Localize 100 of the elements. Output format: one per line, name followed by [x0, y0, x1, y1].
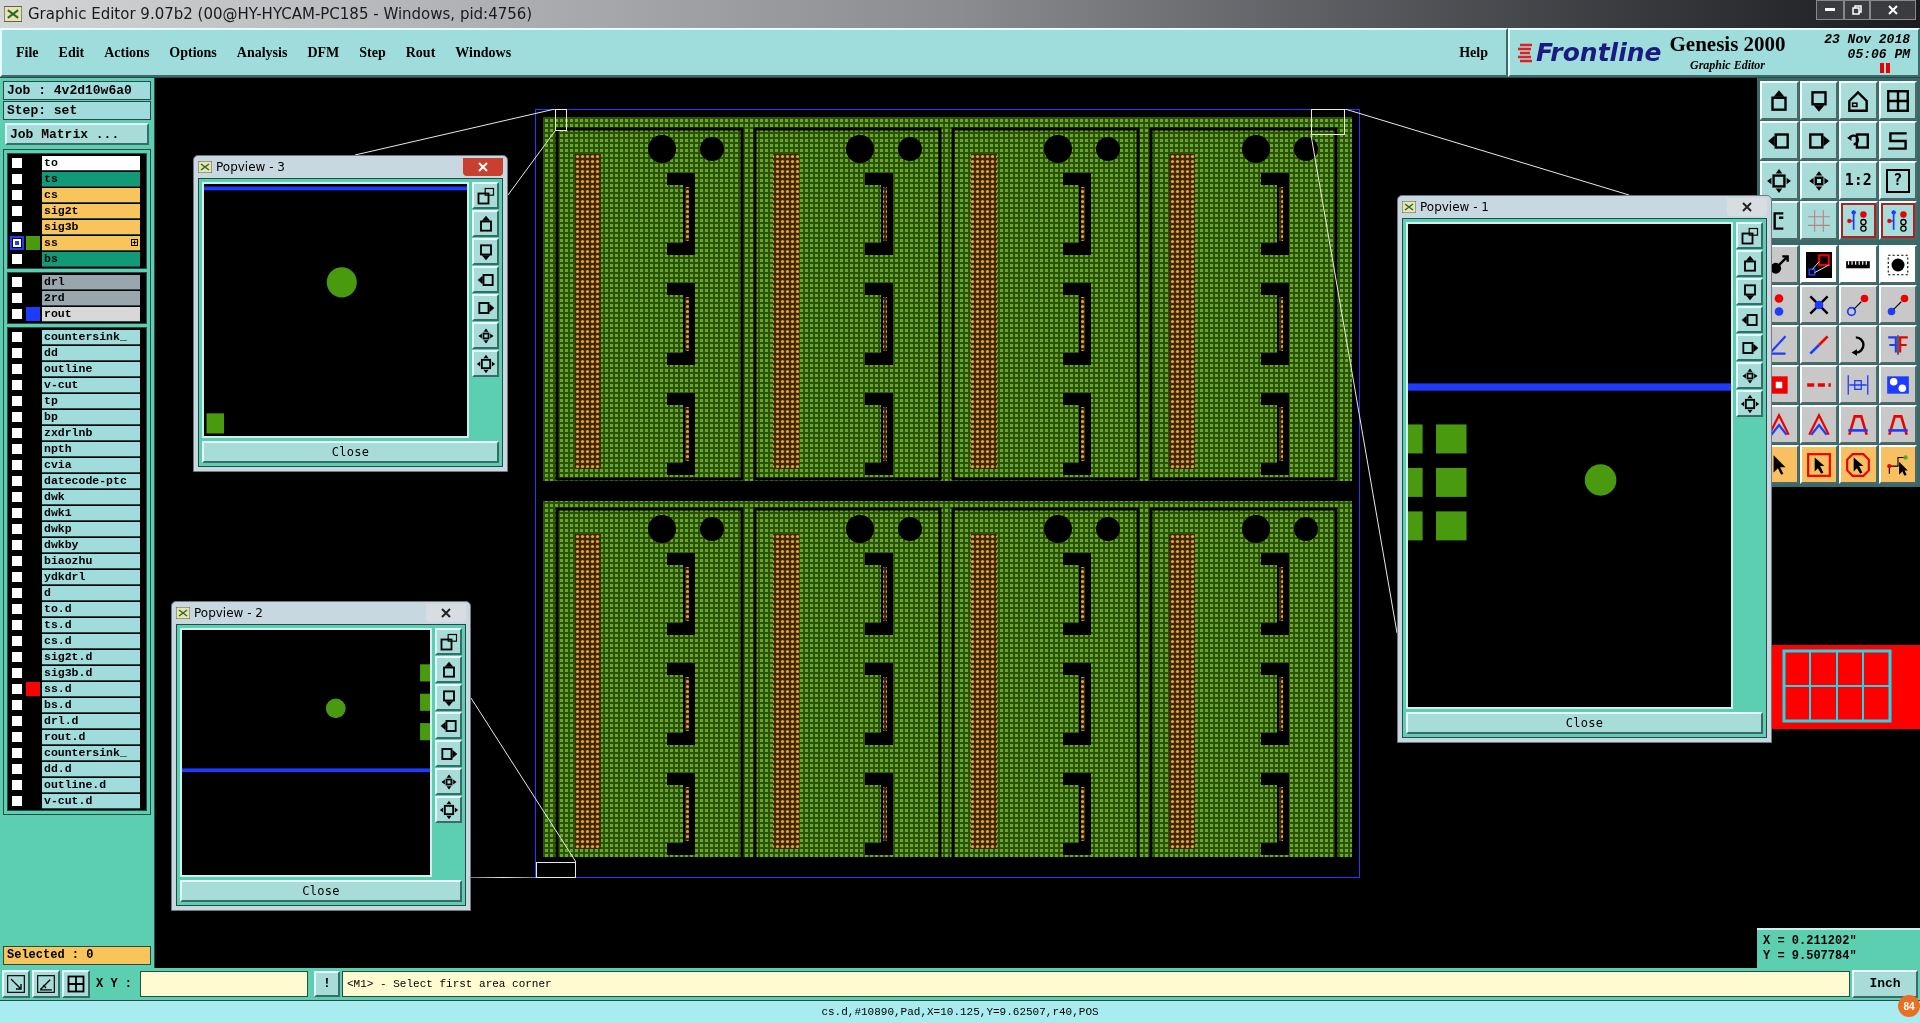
tool-button[interactable] — [1839, 201, 1878, 240]
tool-button[interactable] — [1839, 445, 1878, 484]
layer-name[interactable]: to — [42, 155, 140, 171]
layer-name[interactable]: drl — [42, 274, 140, 290]
close-button[interactable]: Close — [180, 880, 462, 902]
view-button[interactable] — [1736, 222, 1763, 249]
xy-input-field[interactable] — [140, 971, 308, 997]
layer-checkbox[interactable] — [10, 538, 24, 552]
menu-item[interactable]: Analysis — [236, 42, 288, 63]
layer-checkbox[interactable] — [10, 426, 24, 440]
layer-checkbox[interactable] — [10, 156, 24, 170]
layer-name[interactable]: npth — [42, 441, 140, 457]
tool-button[interactable] — [1878, 121, 1917, 160]
view-button[interactable] — [472, 238, 499, 265]
layer-name[interactable]: drl.d — [42, 713, 140, 729]
layer-name[interactable]: 2rd — [42, 290, 140, 306]
layer-name[interactable]: cs — [42, 187, 140, 203]
tool-button[interactable] — [1799, 245, 1838, 284]
tool-button[interactable] — [1878, 365, 1917, 404]
tool-button[interactable] — [1760, 121, 1799, 160]
layer-checkbox[interactable] — [10, 458, 24, 472]
layer-name[interactable]: bp — [42, 409, 140, 425]
view-button[interactable] — [1736, 390, 1763, 417]
layer-name[interactable]: ts — [42, 171, 140, 187]
view-button[interactable] — [1736, 334, 1763, 361]
layer-name[interactable]: dd — [42, 345, 140, 361]
tool-button[interactable]: ? — [1878, 161, 1917, 200]
view-button[interactable] — [1736, 362, 1763, 389]
layer-checkbox[interactable] — [10, 204, 24, 218]
view-button[interactable] — [472, 350, 499, 377]
view-button[interactable] — [1736, 250, 1763, 277]
layer-name[interactable]: sig2t.d — [42, 649, 140, 665]
layer-checkbox[interactable] — [10, 698, 24, 712]
layer-name[interactable]: datecode-ptc — [42, 473, 140, 489]
tool-button[interactable] — [1799, 325, 1838, 364]
view-button[interactable] — [472, 294, 499, 321]
view-button[interactable] — [435, 768, 462, 795]
tool-button[interactable] — [1839, 325, 1878, 364]
menu-item[interactable]: File — [16, 42, 39, 63]
tool-button[interactable] — [1878, 81, 1917, 120]
view-button[interactable] — [472, 182, 499, 209]
layer-checkbox[interactable] — [10, 554, 24, 568]
layer-name[interactable]: countersink_ — [42, 745, 140, 761]
tool-button[interactable] — [1839, 81, 1878, 120]
layer-name[interactable]: v-cut.d — [42, 793, 140, 809]
layer-name[interactable]: zxdrlnb — [42, 425, 140, 441]
layer-checkbox[interactable] — [10, 291, 24, 305]
layer-name[interactable]: outline — [42, 361, 140, 377]
layer-name[interactable]: sig2t — [42, 203, 140, 219]
tool-button[interactable] — [1878, 405, 1917, 444]
menu-item[interactable]: Edit — [58, 42, 85, 63]
layer-name[interactable]: cs.d — [42, 633, 140, 649]
view-button[interactable] — [435, 656, 462, 683]
close-button[interactable] — [426, 604, 466, 622]
tool-button[interactable] — [1878, 285, 1917, 324]
layer-checkbox[interactable] — [10, 522, 24, 536]
minimize-button[interactable] — [1816, 0, 1844, 20]
help-menu[interactable]: Help — [1459, 42, 1488, 63]
layer-checkbox[interactable] — [10, 378, 24, 392]
view-button[interactable] — [472, 210, 499, 237]
tool-button[interactable] — [62, 970, 90, 998]
close-button[interactable] — [1727, 198, 1767, 216]
layer-name[interactable]: countersink_ — [42, 329, 140, 345]
tool-button[interactable] — [1799, 121, 1838, 160]
layer-checkbox[interactable] — [10, 236, 24, 250]
layer-checkbox[interactable] — [10, 346, 24, 360]
bang-button[interactable]: ! — [314, 971, 340, 997]
close-button[interactable]: Close — [1406, 712, 1763, 734]
layer-checkbox[interactable] — [10, 778, 24, 792]
units-button[interactable]: Inch — [1852, 970, 1918, 998]
menu-item[interactable]: Options — [169, 42, 217, 63]
layer-name[interactable]: ts.d — [42, 617, 140, 633]
layer-checkbox[interactable] — [10, 602, 24, 616]
tool-button[interactable] — [1799, 201, 1838, 240]
layer-checkbox[interactable] — [10, 650, 24, 664]
layer-checkbox[interactable] — [10, 762, 24, 776]
maximize-button[interactable] — [1844, 0, 1870, 20]
tool-button[interactable] — [1878, 201, 1917, 240]
layer-name[interactable]: v-cut — [42, 377, 140, 393]
layer-name[interactable]: dwk — [42, 489, 140, 505]
tool-button[interactable] — [1839, 121, 1878, 160]
layer-checkbox[interactable] — [10, 490, 24, 504]
tool-button[interactable] — [1799, 445, 1838, 484]
layer-name[interactable]: bs.d — [42, 697, 140, 713]
layer-checkbox[interactable] — [10, 586, 24, 600]
layer-checkbox[interactable] — [10, 220, 24, 234]
layer-checkbox[interactable] — [10, 252, 24, 266]
layer-name[interactable]: dwk1 — [42, 505, 140, 521]
view-button[interactable] — [435, 684, 462, 711]
tool-button[interactable]: 1:2 — [1839, 161, 1878, 200]
layer-checkbox[interactable] — [10, 682, 24, 696]
layer-checkbox[interactable] — [10, 634, 24, 648]
tool-button[interactable] — [1878, 245, 1917, 284]
view-button[interactable] — [472, 322, 499, 349]
menu-item[interactable]: Windows — [455, 42, 512, 63]
layer-name[interactable]: d — [42, 585, 140, 601]
view-button[interactable] — [435, 796, 462, 823]
layer-name[interactable]: cvia — [42, 457, 140, 473]
tool-button[interactable] — [1839, 245, 1878, 284]
layer-name[interactable]: sig3b — [42, 219, 140, 235]
